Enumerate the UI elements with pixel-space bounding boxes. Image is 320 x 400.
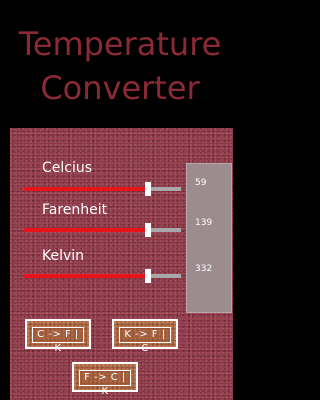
slider-fill <box>24 187 145 191</box>
slider-fill <box>24 274 145 278</box>
farenheit-label: Farenheit <box>42 202 108 218</box>
farenheit-value: 139 <box>195 218 213 228</box>
slider-thumb[interactable] <box>145 269 151 283</box>
slider-thumb[interactable] <box>145 223 151 237</box>
kelvin-value: 332 <box>195 264 213 274</box>
f-to-ck-button[interactable]: F -> C | K <box>72 362 138 397</box>
title-line-2: Converter <box>40 69 200 107</box>
k-to-fc-label: K -> F | C <box>119 327 171 354</box>
kelvin-slider[interactable] <box>24 269 181 283</box>
k-to-fc-button[interactable]: K -> F | C <box>112 319 178 354</box>
values-display <box>186 163 232 313</box>
f-to-ck-label: F -> C | K <box>79 370 131 397</box>
title-line-1: Temperature <box>18 25 222 63</box>
kelvin-label: Kelvin <box>42 248 85 264</box>
app-window: Temperature Converter Celcius Farenheit … <box>0 0 240 400</box>
c-to-fk-button[interactable]: C -> F | K <box>25 319 91 354</box>
page-title: Temperature Converter <box>0 22 240 110</box>
celcius-slider[interactable] <box>24 182 181 196</box>
slider-fill <box>24 228 145 232</box>
celcius-label: Celcius <box>42 160 93 176</box>
slider-thumb[interactable] <box>145 182 151 196</box>
farenheit-slider[interactable] <box>24 223 181 237</box>
celcius-value: 59 <box>195 178 207 188</box>
c-to-fk-label: C -> F | K <box>32 327 84 354</box>
